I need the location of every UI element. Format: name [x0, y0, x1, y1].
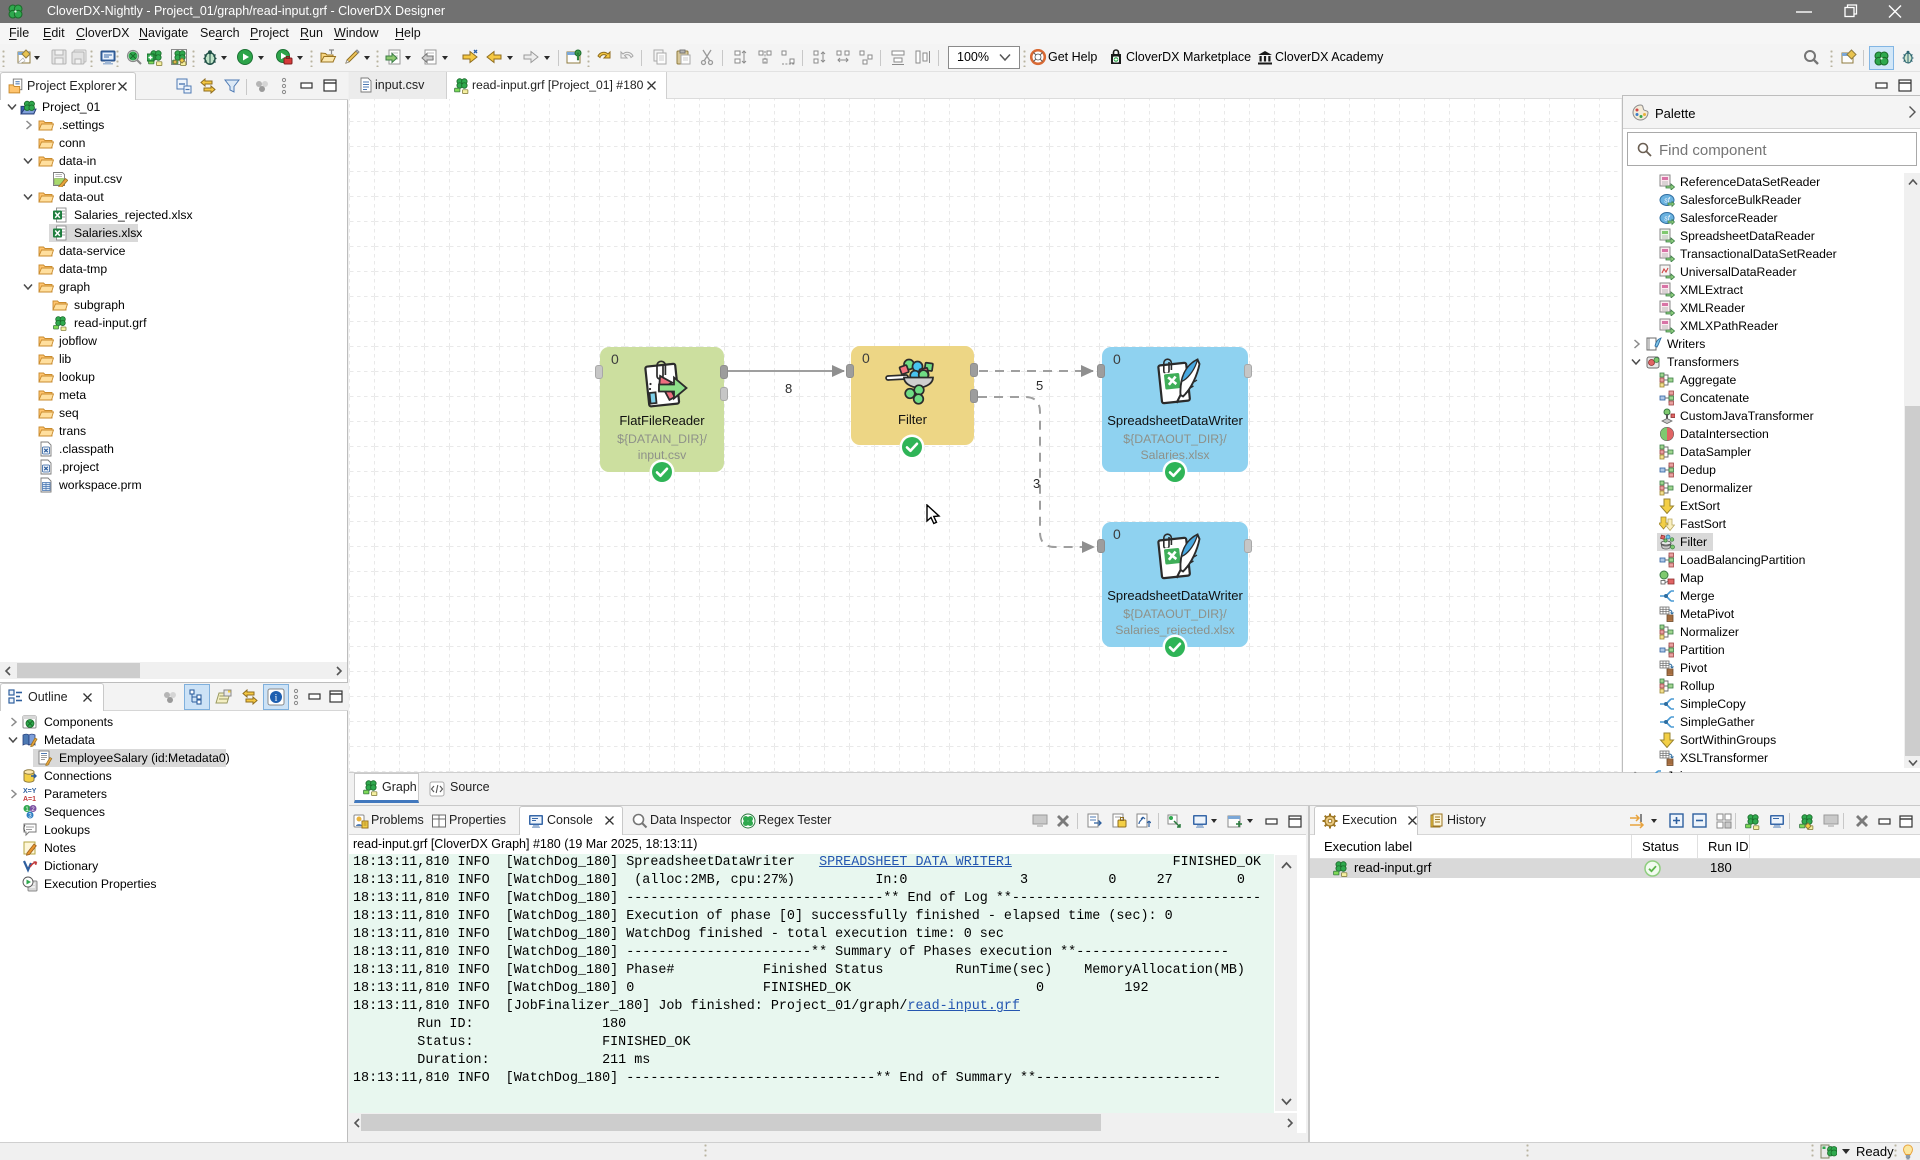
svg-text:3: 3 — [1033, 476, 1040, 491]
svg-text:i: i — [275, 693, 278, 704]
svg-text:X=Y: X=Y — [23, 788, 37, 795]
svg-text:5: 5 — [1036, 378, 1043, 393]
svg-text:8: 8 — [785, 381, 792, 396]
svg-text:A=1: A=1 — [23, 796, 36, 802]
